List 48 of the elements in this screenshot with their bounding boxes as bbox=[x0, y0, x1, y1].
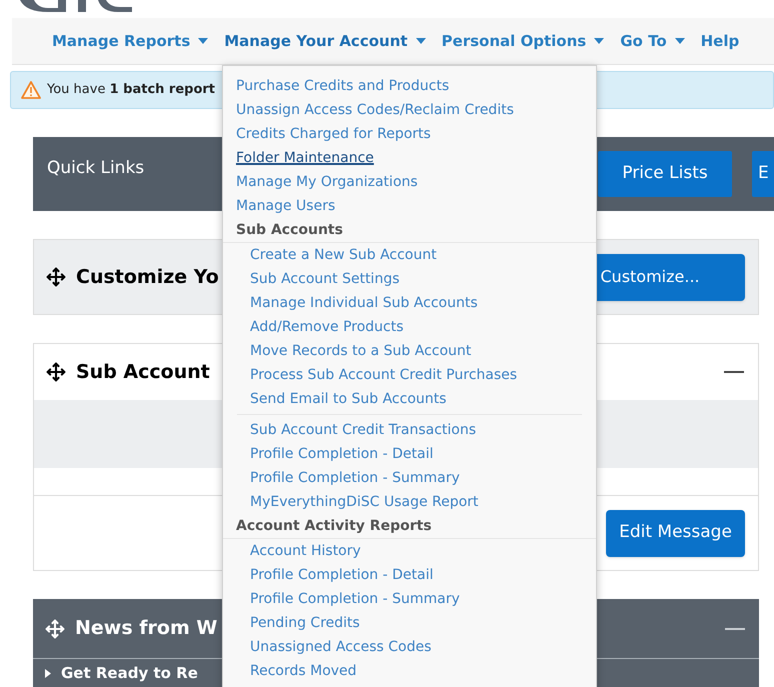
edit-message-button[interactable]: Edit Message bbox=[606, 510, 745, 556]
menu-item[interactable]: Process Sub Account Credit Purchases bbox=[250, 368, 518, 382]
menu-item[interactable]: Profile Completion - Summary bbox=[250, 471, 460, 485]
menu-item[interactable]: Add/Remove Products bbox=[250, 320, 404, 334]
menu-item[interactable]: Send Email to Sub Accounts bbox=[250, 392, 446, 406]
alert-text: You have 1 batch report bbox=[47, 81, 216, 100]
expand-icon[interactable] bbox=[45, 668, 51, 678]
menu-item[interactable]: Folder Maintenance bbox=[236, 151, 374, 165]
menu-button[interactable]: Manage Your Account bbox=[224, 30, 426, 52]
price-lists-button[interactable]: Price Lists bbox=[598, 151, 732, 197]
menu-item[interactable]: Move Records to a Sub Account bbox=[250, 344, 472, 358]
menu-item[interactable]: Manage My Organizations bbox=[236, 175, 418, 189]
menu-item[interactable]: Unassign Access Codes/Reclaim Credits bbox=[236, 103, 514, 117]
menu-item[interactable]: Purchase Credits and Products bbox=[236, 79, 450, 93]
menu-item[interactable]: MyEverythingDiSC Usage Report bbox=[250, 495, 478, 509]
panel-title: Quick Links bbox=[47, 157, 144, 180]
menu-button[interactable]: Manage Reports bbox=[52, 30, 208, 52]
menu-button[interactable]: Help bbox=[700, 30, 740, 52]
menu-item[interactable]: Sub Account Credit Transactions bbox=[250, 423, 476, 437]
caret-icon bbox=[674, 38, 685, 44]
move-icon bbox=[45, 618, 65, 638]
menu-item[interactable]: Create a New Sub Account bbox=[250, 248, 437, 262]
menu-item[interactable]: Profile Completion - Detail bbox=[250, 447, 434, 461]
caret-icon bbox=[198, 38, 208, 44]
menu-section-heading: Sub Accounts bbox=[236, 223, 343, 237]
warning-icon bbox=[21, 81, 41, 99]
caret-icon bbox=[594, 38, 604, 44]
menu-item[interactable]: Records Moved bbox=[250, 664, 357, 678]
menu-item[interactable]: Manage Individual Sub Accounts bbox=[250, 296, 478, 310]
menu-item[interactable]: Manage Users bbox=[236, 199, 336, 213]
caret-icon bbox=[416, 38, 426, 44]
move-icon bbox=[46, 267, 66, 287]
menu-item[interactable]: Credits Charged for Reports bbox=[236, 127, 431, 141]
panel-title: Sub Account bbox=[76, 360, 210, 385]
menu-item[interactable]: Unassigned Access Codes bbox=[250, 640, 432, 654]
menu-button[interactable]: Go To bbox=[620, 30, 685, 52]
move-icon bbox=[46, 362, 66, 382]
quick-link-button[interactable]: E bbox=[752, 151, 774, 197]
menu-button[interactable]: Personal Options bbox=[442, 30, 604, 52]
menu-section-heading: Account Activity Reports bbox=[236, 519, 432, 533]
panel-title: Customize Yo bbox=[76, 264, 219, 290]
menu-item[interactable]: Profile Completion - Summary bbox=[250, 592, 460, 606]
news-item-title[interactable]: Get Ready to Re bbox=[61, 666, 198, 680]
menu-item[interactable]: Account History bbox=[250, 544, 361, 558]
menu-item[interactable]: Profile Completion - Detail bbox=[250, 568, 434, 582]
menu-item[interactable]: Pending Credits bbox=[250, 616, 360, 630]
panel-title: News from W bbox=[75, 616, 218, 642]
menu-item[interactable]: Sub Account Settings bbox=[250, 272, 400, 286]
